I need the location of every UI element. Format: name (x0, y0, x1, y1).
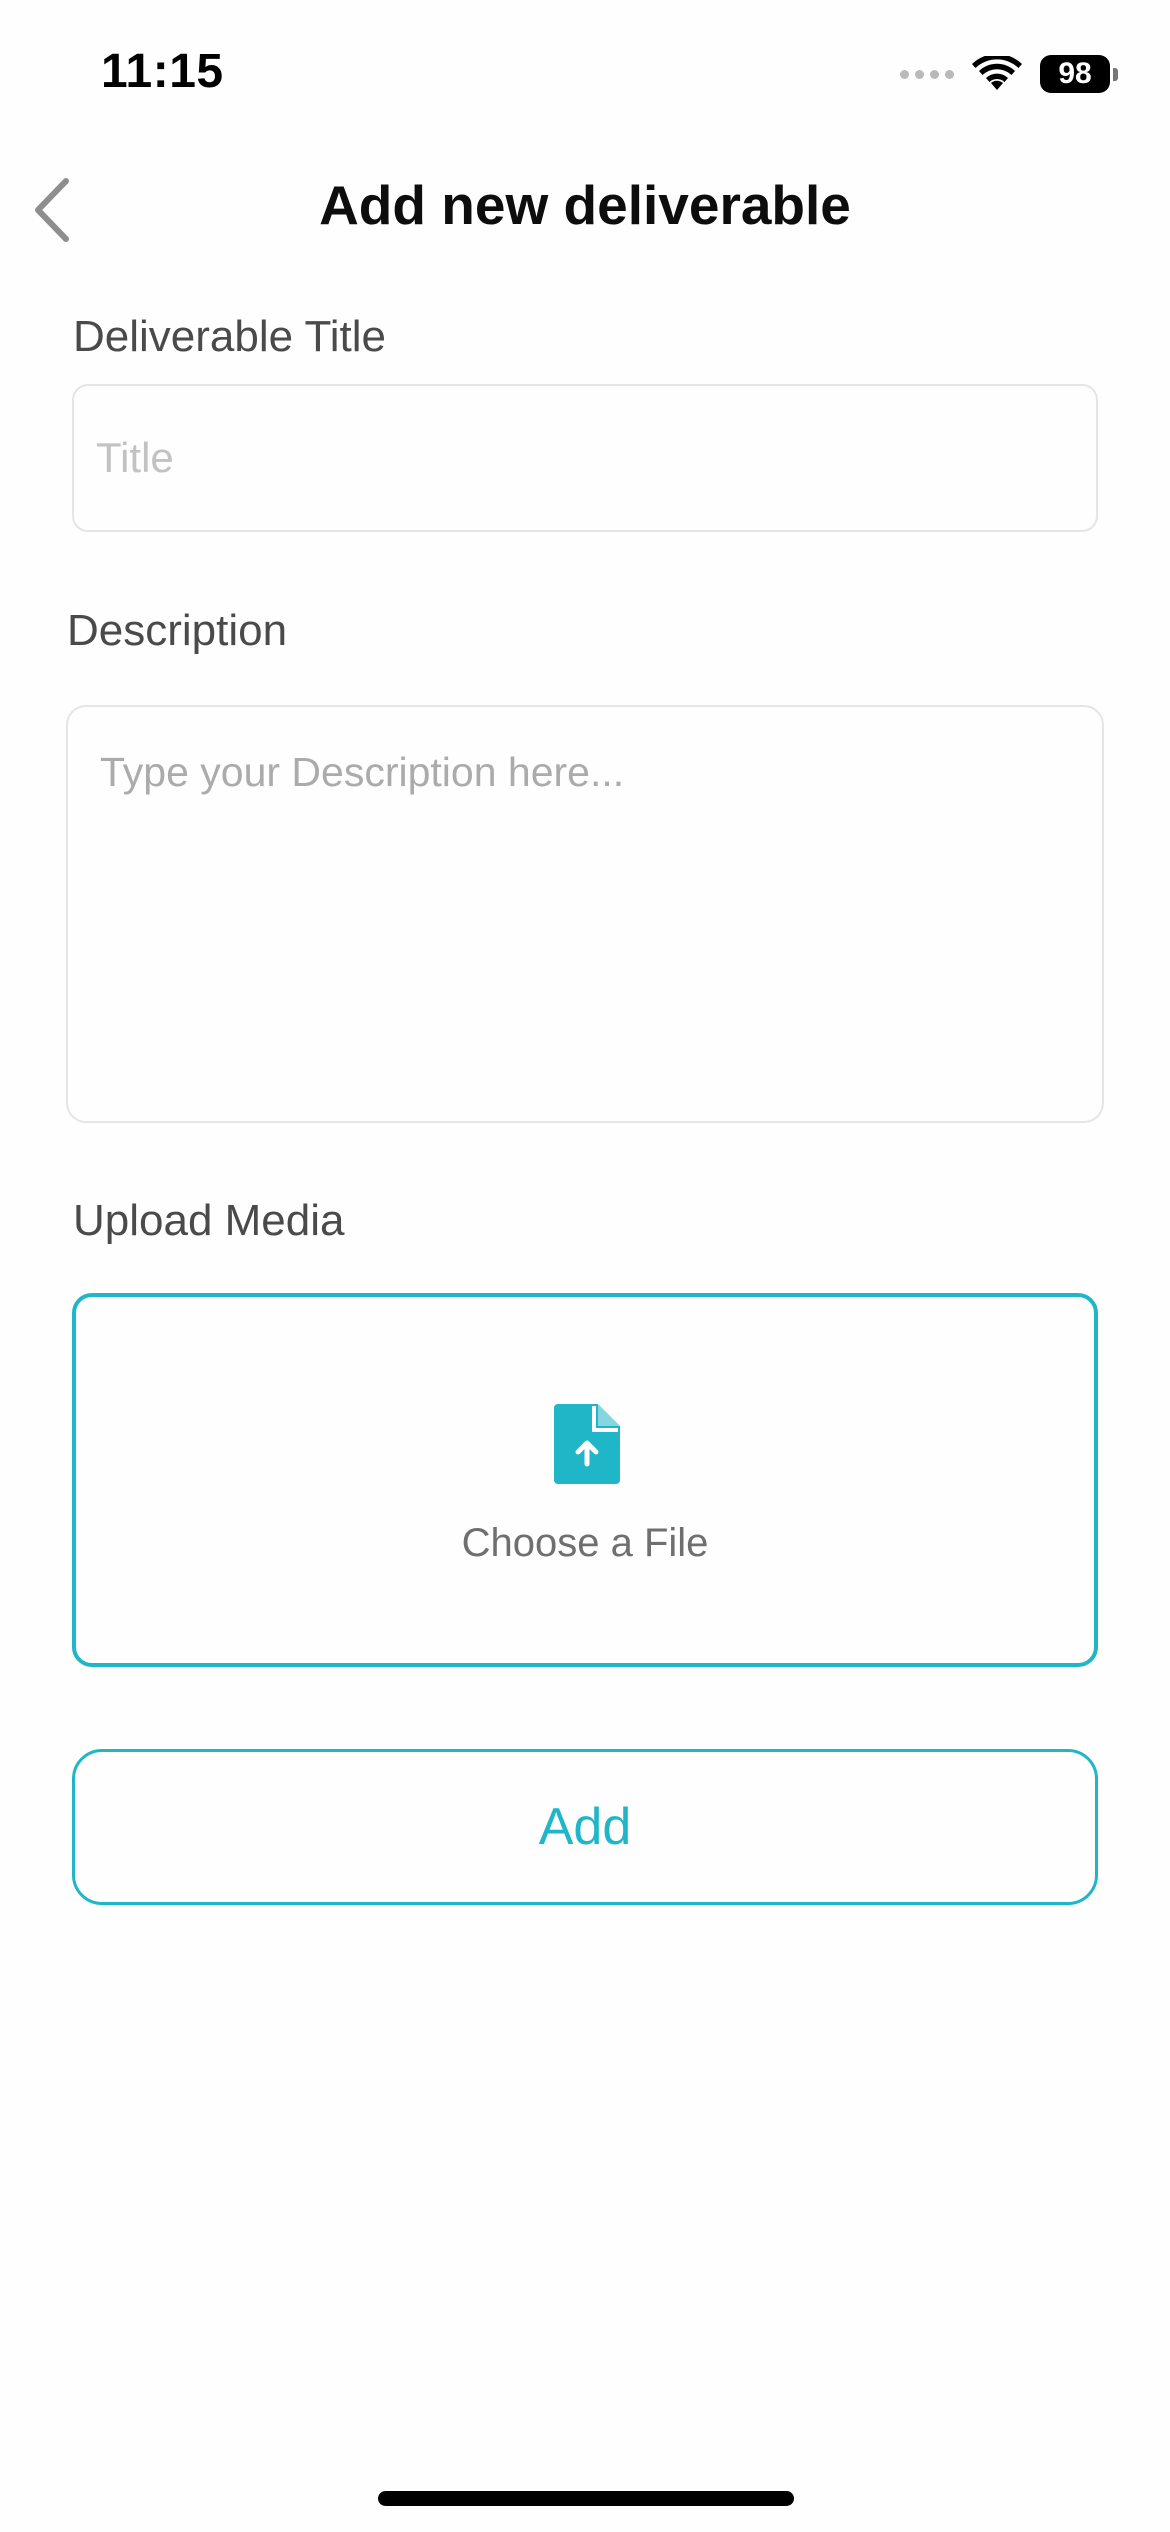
battery-level: 98 (1040, 55, 1110, 93)
battery-icon: 98 (1040, 55, 1118, 93)
description-label: Description (67, 606, 288, 655)
add-button[interactable]: Add (72, 1749, 1098, 1905)
upload-media-label: Upload Media (73, 1196, 345, 1245)
status-time: 11:15 (101, 45, 224, 98)
choose-file-label: Choose a File (461, 1521, 709, 1565)
wifi-icon (972, 56, 1022, 92)
title-label: Deliverable Title (73, 312, 387, 361)
title-input[interactable] (72, 384, 1098, 532)
signal-icon (900, 69, 954, 79)
file-upload-icon (554, 1404, 620, 1484)
status-indicators: 98 (900, 52, 1118, 96)
description-input[interactable] (66, 705, 1104, 1123)
home-indicator (378, 2491, 794, 2506)
choose-file-dropzone[interactable]: Choose a File (72, 1293, 1098, 1667)
page-title: Add new deliverable (319, 174, 851, 236)
